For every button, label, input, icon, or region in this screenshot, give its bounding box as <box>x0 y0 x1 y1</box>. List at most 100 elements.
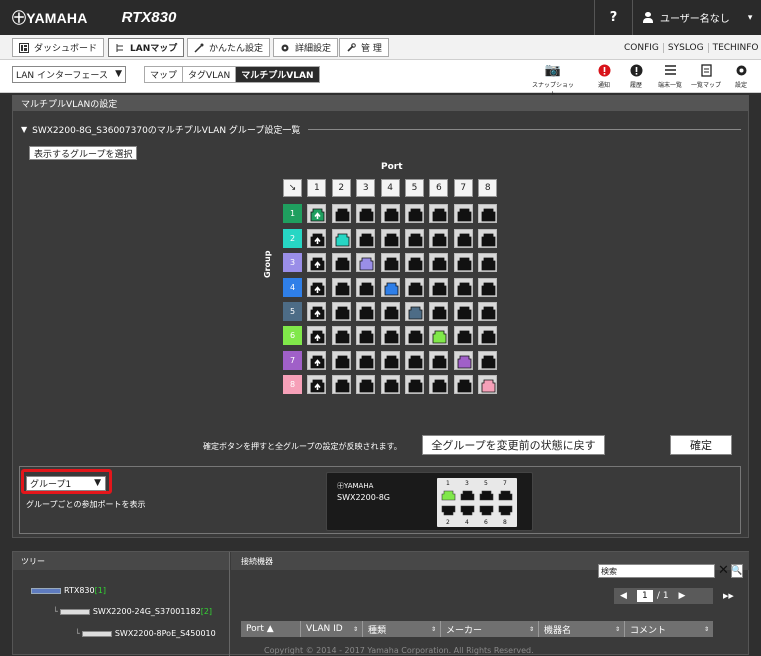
member-port-cell[interactable] <box>478 375 498 395</box>
member-port-cell[interactable] <box>380 204 400 224</box>
member-port-cell[interactable] <box>478 204 498 224</box>
settings-button[interactable]: 設定 <box>726 64 756 89</box>
member-port-cell[interactable] <box>331 253 351 273</box>
member-port-cell[interactable] <box>331 302 351 321</box>
member-port-cell[interactable] <box>405 204 424 224</box>
member-port-cell[interactable] <box>478 253 498 273</box>
prev-page-icon[interactable]: ◀ <box>620 591 627 601</box>
tab-easy-setup[interactable]: かんたん設定 <box>187 38 271 57</box>
group-row-5[interactable]: 5 <box>283 302 302 321</box>
member-port-cell[interactable] <box>331 375 351 395</box>
tab-advanced[interactable]: 詳細設定 <box>273 38 339 57</box>
member-port-cell[interactable] <box>307 277 327 297</box>
member-port-cell[interactable] <box>429 326 449 346</box>
confirm-button[interactable]: 確定 <box>670 435 732 455</box>
member-port-cell[interactable] <box>307 228 327 248</box>
member-port-cell[interactable] <box>405 302 424 321</box>
syslog-link[interactable]: SYSLOG <box>662 43 708 53</box>
group-row-8[interactable]: 8 <box>283 375 302 395</box>
member-port-cell[interactable] <box>380 277 400 297</box>
col-type[interactable]: 種類 ⇕ <box>363 621 441 637</box>
tree-node-switch-8poe[interactable]: └ SWX2200-8PoE_S450010 <box>75 629 216 638</box>
member-port-cell[interactable] <box>307 375 327 395</box>
member-port-cell[interactable] <box>429 228 449 248</box>
tab-tag-vlan[interactable]: タグVLAN <box>183 67 237 82</box>
member-port-cell[interactable] <box>307 326 327 346</box>
member-port-cell[interactable] <box>429 253 449 273</box>
member-port-cell[interactable] <box>380 350 400 370</box>
select-groups-button[interactable]: 表示するグループを選択 <box>29 146 138 160</box>
member-port-cell[interactable] <box>405 228 424 248</box>
member-port-cell[interactable] <box>380 228 400 248</box>
member-port-cell[interactable] <box>405 326 424 346</box>
member-port-cell[interactable] <box>405 253 424 273</box>
member-port-cell[interactable] <box>478 277 498 297</box>
tree-node-router[interactable]: RTX830 [1] <box>31 586 106 595</box>
tab-map[interactable]: マップ <box>145 67 184 82</box>
port-header-5[interactable]: 5 <box>405 179 424 197</box>
tab-lanmap[interactable]: LANマップ <box>108 38 185 57</box>
col-device-name[interactable]: 機器名 ⇕ <box>539 621 625 637</box>
member-port-cell[interactable] <box>356 253 376 273</box>
member-port-cell[interactable] <box>380 326 400 346</box>
last-page-icon[interactable]: ▶▶ <box>723 592 734 600</box>
col-port[interactable]: Port ▲ <box>241 621 301 637</box>
page-input[interactable]: 1 <box>636 590 653 602</box>
member-port-cell[interactable] <box>405 375 424 395</box>
member-port-cell[interactable] <box>356 350 376 370</box>
select-all-corner[interactable]: ↘ <box>283 179 302 197</box>
member-port-cell[interactable] <box>307 350 327 370</box>
col-comment[interactable]: コメント ⇕ <box>625 621 713 637</box>
member-port-cell[interactable] <box>307 204 327 224</box>
help-button[interactable]: ? <box>594 0 632 35</box>
member-port-cell[interactable] <box>453 204 473 224</box>
member-port-cell[interactable] <box>405 350 424 370</box>
port-header-3[interactable]: 3 <box>356 179 376 197</box>
group-row-2[interactable]: 2 <box>283 228 302 248</box>
group-row-6[interactable]: 6 <box>283 326 302 346</box>
snapshot-button[interactable]: 📷 スナップショット <box>531 64 575 99</box>
user-menu[interactable]: ユーザー名なし ▾ <box>632 0 761 35</box>
search-icon[interactable]: 🔍 <box>731 564 743 578</box>
member-port-cell[interactable] <box>307 302 327 321</box>
tab-multiple-vlan[interactable]: マルチプルVLAN <box>236 67 319 82</box>
col-vlan-id[interactable]: VLAN ID ⇕ <box>301 621 363 637</box>
list-map-button[interactable]: 一覧マップ <box>684 64 728 89</box>
member-port-cell[interactable] <box>356 228 376 248</box>
member-port-cell[interactable] <box>331 326 351 346</box>
member-port-cell[interactable] <box>453 302 473 321</box>
member-port-cell[interactable] <box>453 326 473 346</box>
port-header-7[interactable]: 7 <box>453 179 473 197</box>
reset-all-groups-button[interactable]: 全グループを変更前の状態に戻す <box>422 435 605 455</box>
member-port-cell[interactable] <box>453 253 473 273</box>
member-port-cell[interactable] <box>356 326 376 346</box>
member-port-cell[interactable] <box>331 204 351 224</box>
member-port-cell[interactable] <box>380 253 400 273</box>
member-port-cell[interactable] <box>429 302 449 321</box>
member-port-cell[interactable] <box>429 204 449 224</box>
member-port-cell[interactable] <box>356 302 376 321</box>
member-port-cell[interactable] <box>331 228 351 248</box>
member-port-cell[interactable] <box>331 350 351 370</box>
group-row-7[interactable]: 7 <box>283 350 302 370</box>
port-header-6[interactable]: 6 <box>429 179 449 197</box>
port-header-8[interactable]: 8 <box>478 179 498 197</box>
tab-admin[interactable]: 管 理 <box>339 38 389 57</box>
port-header-2[interactable]: 2 <box>331 179 351 197</box>
member-port-cell[interactable] <box>453 277 473 297</box>
member-port-cell[interactable] <box>453 228 473 248</box>
member-port-cell[interactable] <box>356 204 376 224</box>
member-port-cell[interactable] <box>380 375 400 395</box>
member-port-cell[interactable] <box>453 375 473 395</box>
search-input[interactable]: 検索 <box>598 564 715 578</box>
col-maker[interactable]: メーカー ⇕ <box>441 621 539 637</box>
group-row-3[interactable]: 3 <box>283 253 302 273</box>
member-port-cell[interactable] <box>429 350 449 370</box>
clear-icon[interactable]: ✕ <box>718 563 729 578</box>
member-port-cell[interactable] <box>478 350 498 370</box>
section-header[interactable]: ▼ SWX2200-8G_S36007370のマルチプルVLAN グループ設定一… <box>21 123 741 136</box>
group-row-1[interactable]: 1 <box>283 204 302 224</box>
member-port-cell[interactable] <box>478 228 498 248</box>
member-port-cell[interactable] <box>429 375 449 395</box>
member-port-cell[interactable] <box>478 326 498 346</box>
